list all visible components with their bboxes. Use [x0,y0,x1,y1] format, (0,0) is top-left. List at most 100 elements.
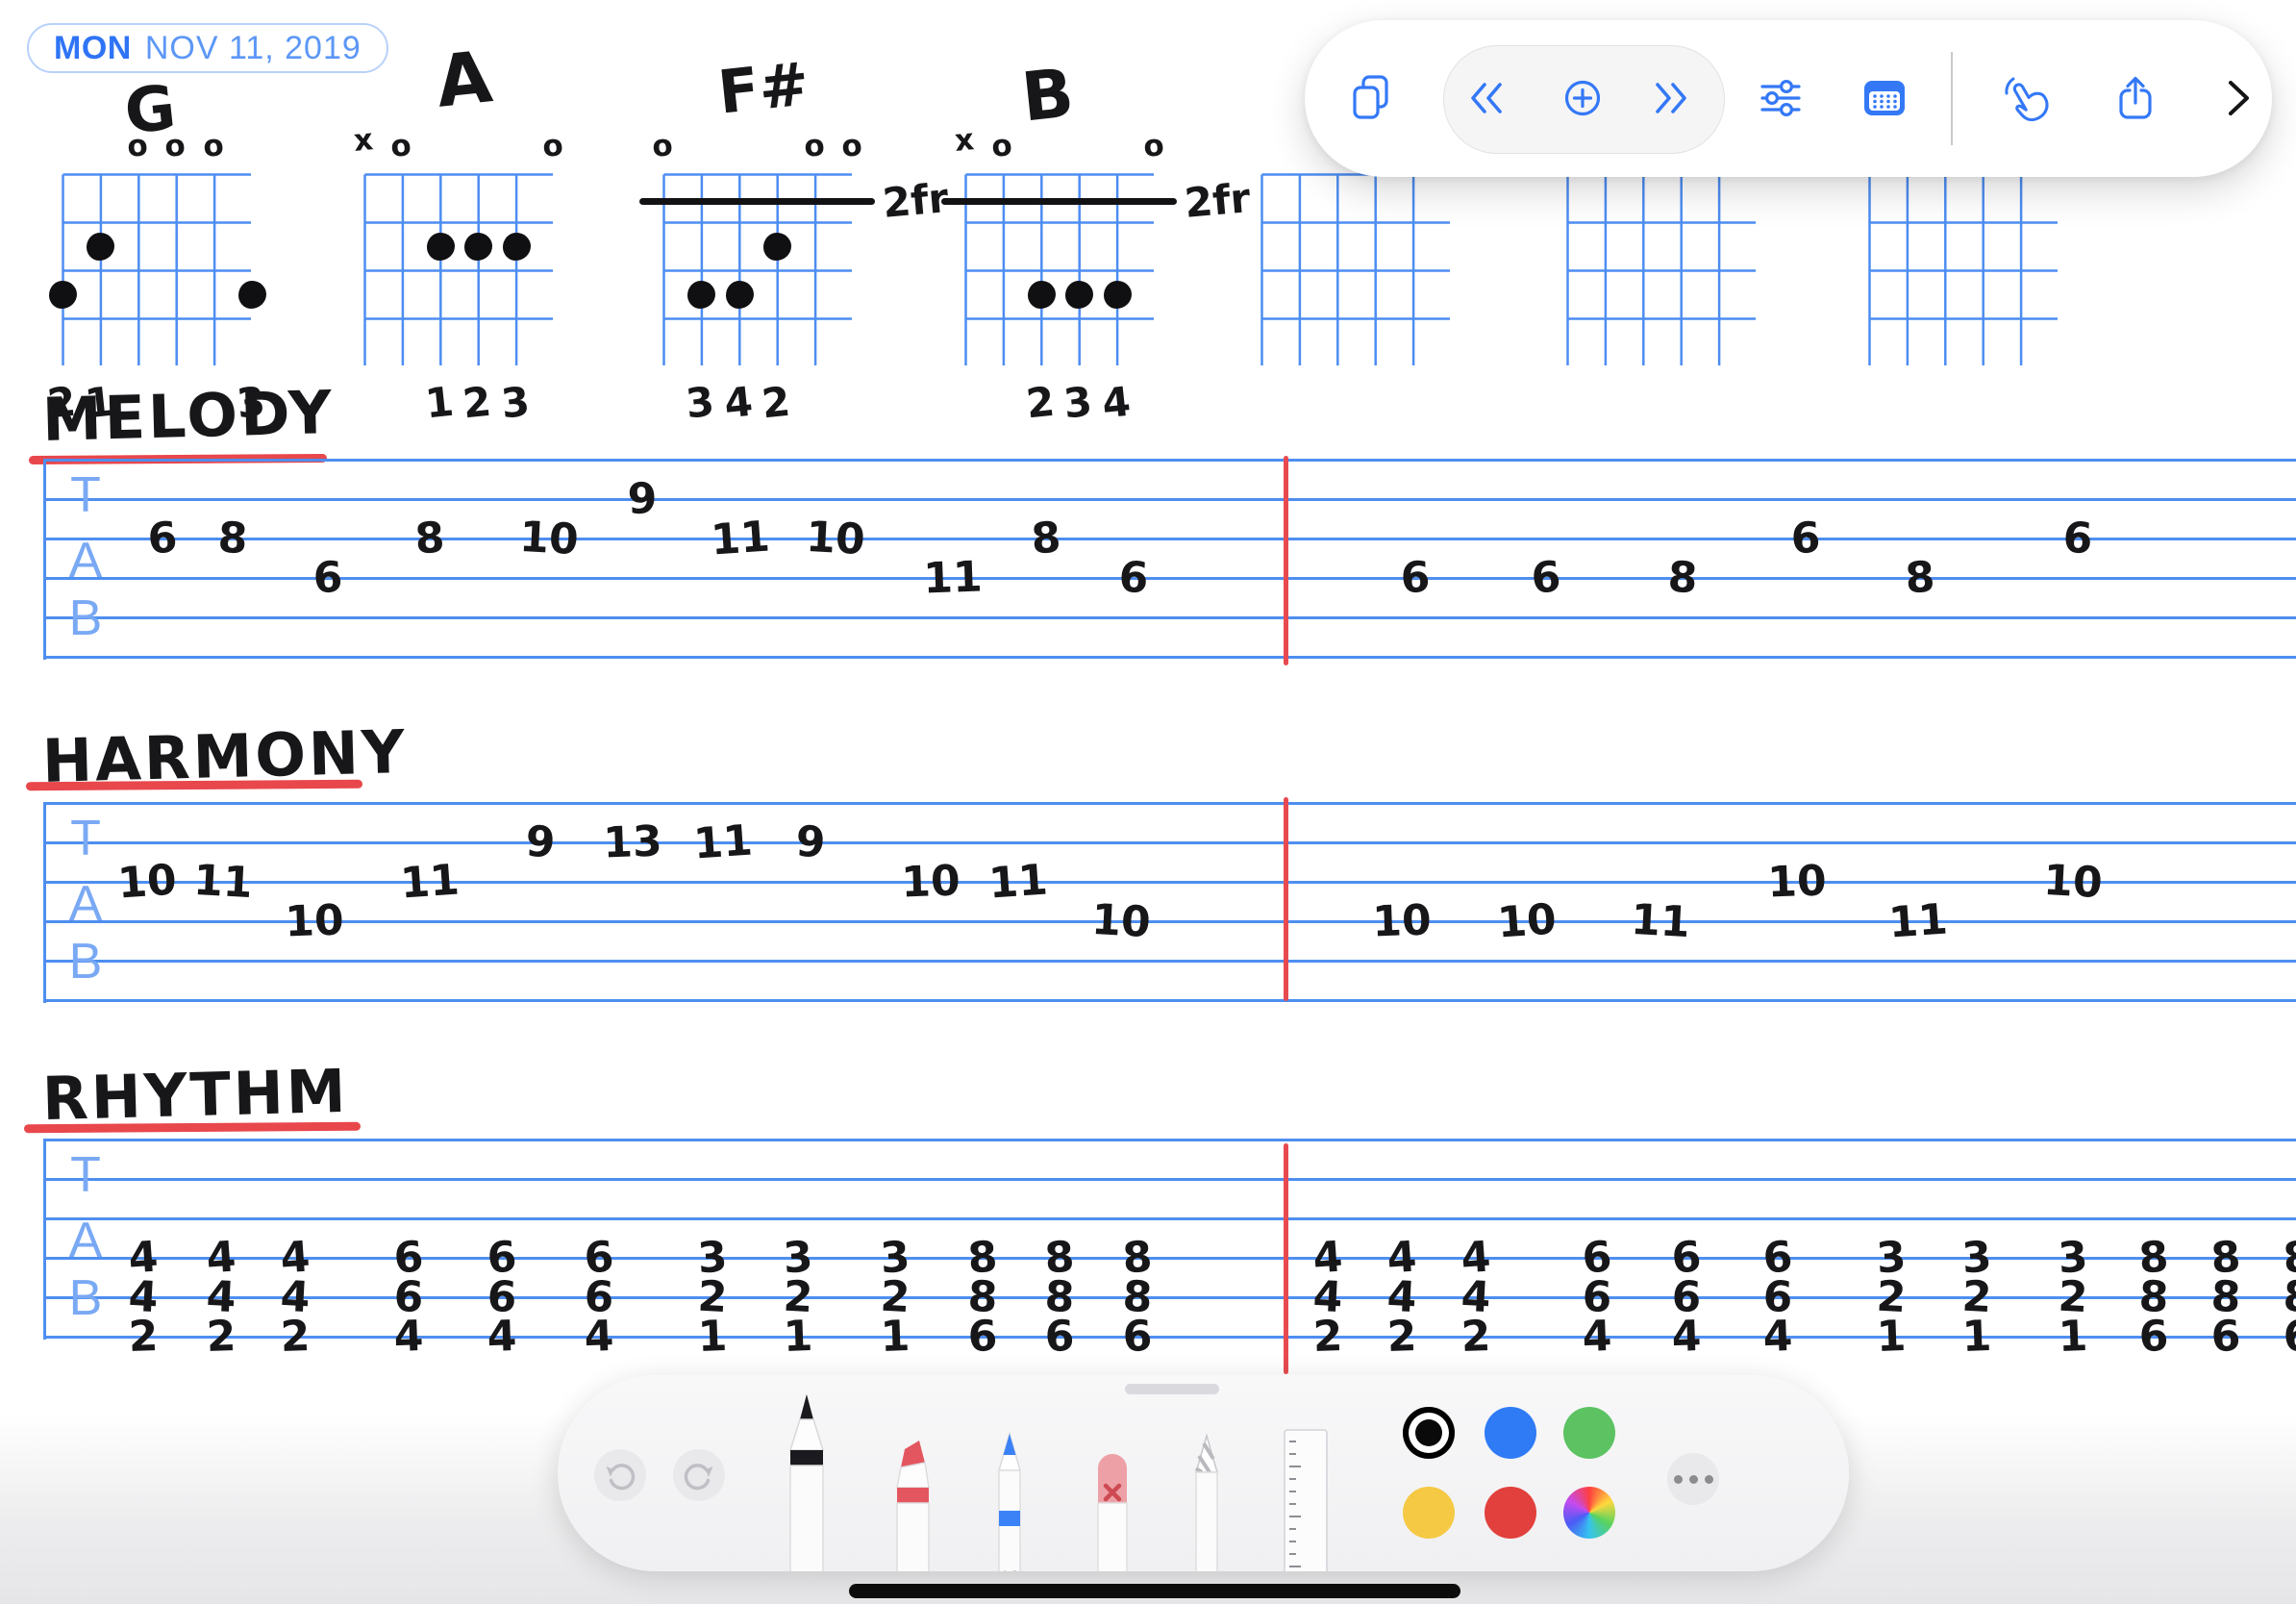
color-swatch-yellow[interactable] [1403,1487,1455,1539]
color-swatch-blue[interactable] [1485,1407,1536,1459]
tab-number: 10 [1090,895,1152,947]
tab-number: 11 [192,856,254,908]
rewind-icon [1464,77,1509,119]
open-mute-marker: o [840,128,863,164]
filters-icon [1756,76,1806,120]
measure-barline [1284,456,1288,665]
tool-eraser[interactable] [1074,1426,1151,1571]
tab-number: 4 [1582,1312,1612,1362]
staff-left-border [43,1140,46,1340]
lasso-icon [1168,1426,1245,1571]
chord-grid [363,173,553,365]
staff-line [43,577,2296,580]
more-options-button[interactable] [1667,1453,1719,1505]
keypad-button[interactable] [1854,67,1915,129]
date-text: NOV 11, 2019 [145,30,362,67]
home-indicator[interactable] [849,1584,1460,1598]
rewind-button[interactable] [1456,67,1517,129]
tab-number: 2 [128,1312,159,1362]
color-swatch-black[interactable] [1403,1407,1455,1459]
tab-number: 10 [285,895,345,946]
touch-icon [1998,71,2052,125]
finger-number: 1 [423,378,456,428]
filters-button[interactable] [1750,67,1811,129]
section-title-melody: MELODY [41,377,336,455]
finger-number: 2 [1024,378,1057,428]
staff-line [43,1296,2296,1299]
chord-name: A [433,36,496,124]
finger-number: 3 [1061,378,1094,428]
add-page-button[interactable] [1552,67,1613,129]
measure-barline [1284,797,1288,1001]
touch-mode-button[interactable] [1994,67,2056,129]
tool-pen[interactable] [768,1391,845,1571]
tab-number: 8 [1666,553,1698,604]
fast-forward-icon [1649,77,1693,119]
eraser-icon [1074,1426,1151,1571]
ellipsis-icon [1674,1475,1713,1484]
staff-left-border [43,803,46,1003]
tab-number: 10 [1496,894,1559,947]
top-toolbar [1305,20,2272,177]
tab-staff-melody: TAB686810911101186668686 [43,460,2296,658]
highlighter-icon [875,1426,952,1571]
tab-number: 1 [1961,1312,1992,1362]
tab-number: 11 [987,855,1050,908]
tab-number: 9 [794,817,826,868]
chord-name: F# [714,48,811,127]
undo-button[interactable] [594,1449,646,1501]
tab-number: 4 [1671,1312,1702,1362]
date-badge[interactable]: MON NOV 11, 2019 [27,23,388,73]
staff-line [43,1139,2296,1141]
tab-letter-b: B [57,589,114,647]
fast-forward-button[interactable] [1640,67,1702,129]
finger-dot [238,281,266,309]
color-swatch-spectrum[interactable] [1563,1487,1615,1539]
chord-grid [1566,173,1756,365]
tab-staff-rhythm: TAB4424424426646646643213213218868868864… [43,1140,2296,1338]
color-swatch-red[interactable] [1485,1487,1536,1539]
tab-number: 6 [967,1312,998,1362]
tab-number: 1 [2058,1312,2088,1362]
finger-dot [503,233,531,261]
tab-staff-harmony: TAB10111011913119101110101011101110 [43,803,2296,1001]
tab-letter-b: B [57,1269,114,1327]
measure-barline [1284,1143,1288,1374]
tab-number: 6 [312,553,343,603]
staff-line [43,881,2296,884]
tab-number: 10 [1767,856,1828,907]
finger-number: 4 [1099,378,1132,428]
staff-line [43,802,2296,805]
tool-pencil[interactable]: 19 [971,1426,1048,1571]
tab-number: 8 [1904,552,1936,603]
tab-number: 2 [1386,1312,1417,1362]
staff-line [43,1257,2296,1260]
tab-number: 8 [1030,513,1062,564]
tab-number: 2 [206,1312,237,1362]
finger-number: 2 [760,378,792,428]
tool-lasso[interactable] [1168,1426,1245,1571]
share-button[interactable] [2105,67,2166,129]
tab-number: 11 [923,552,984,603]
staff-line [43,616,2296,619]
chord-grid [1260,173,1450,365]
tab-number: 10 [805,513,866,564]
copy-pages-button[interactable] [1340,67,1402,129]
open-mute-marker: x [953,122,975,159]
tab-number: 6 [2138,1312,2169,1362]
keypad-icon [1859,76,1909,120]
tab-number: 11 [692,815,755,868]
tab-number: 6 [2210,1312,2241,1362]
tab-number: 6 [2061,514,2093,564]
pen-icon [768,1391,845,1571]
color-swatch-green[interactable] [1563,1407,1615,1459]
expand-toolbar-button[interactable] [2208,67,2269,129]
tab-number: 8 [413,513,446,564]
tool-ruler[interactable] [1266,1426,1343,1571]
redo-icon [680,1456,718,1494]
finger-number: 3 [498,378,531,428]
toolbar-drag-handle[interactable] [1125,1384,1219,1394]
tool-highlighter[interactable] [875,1426,952,1571]
staff-line [43,459,2296,462]
redo-button[interactable] [673,1449,725,1501]
